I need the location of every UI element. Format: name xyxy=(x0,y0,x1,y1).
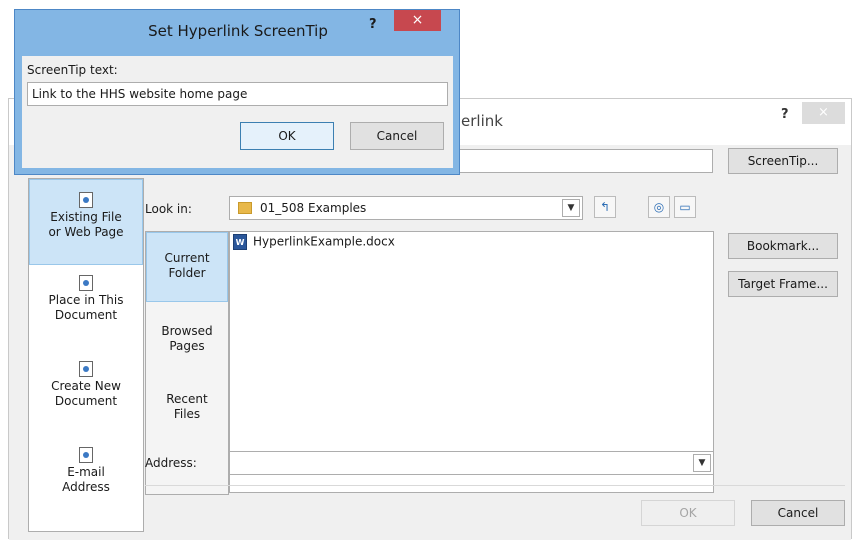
screentip-button[interactable]: ScreenTip... xyxy=(728,148,838,174)
ok-button[interactable]: OK xyxy=(240,122,334,150)
cancel-button[interactable]: Cancel xyxy=(350,122,444,150)
link-to-create-line1: Create New xyxy=(51,379,121,393)
link-to-existing-file[interactable]: Existing File or Web Page xyxy=(29,179,143,265)
bookmark-button-label: Bookmark... xyxy=(746,239,820,253)
insert-hyperlink-body: ScreenTip... Existing File or Web Page P… xyxy=(9,145,851,540)
link-to-existing-file-line1: Existing File xyxy=(50,210,122,224)
ok-button[interactable]: OK xyxy=(641,500,735,526)
chevron-down-icon[interactable]: ▼ xyxy=(693,454,711,472)
browse-web-icon[interactable]: ◎ xyxy=(648,196,670,218)
target-frame-button[interactable]: Target Frame... xyxy=(728,271,838,297)
email-icon xyxy=(79,447,93,463)
address-label: Address: xyxy=(145,456,197,470)
insert-hyperlink-title: erlink xyxy=(461,112,503,130)
link-to-place-in-document[interactable]: Place in This Document xyxy=(29,275,143,355)
browse-file-icon[interactable]: ▭ xyxy=(674,196,696,218)
address-input[interactable]: ▼ xyxy=(229,451,714,475)
tab-recent-files-line2: Files xyxy=(173,407,201,421)
link-to-email-line1: E-mail xyxy=(67,465,105,479)
link-to-create-new-document[interactable]: Create New Document xyxy=(29,361,143,441)
bookmark-button[interactable]: Bookmark... xyxy=(728,233,838,259)
cancel-button-label: Cancel xyxy=(777,506,819,520)
folder-icon xyxy=(238,202,252,214)
look-in-dropdown[interactable]: 01_508 Examples ▼ xyxy=(229,196,583,220)
file-name: HyperlinkExample.docx xyxy=(253,234,395,249)
close-button[interactable]: × xyxy=(802,102,845,124)
link-to-place-line1: Place in This xyxy=(48,293,124,307)
list-item[interactable]: W HyperlinkExample.docx xyxy=(233,234,395,250)
link-to-create-line2: Document xyxy=(54,394,118,408)
word-document-icon: W xyxy=(233,234,247,250)
tab-current-folder[interactable]: Current Folder xyxy=(146,232,228,302)
look-in-value: 01_508 Examples xyxy=(260,201,367,215)
ok-button-label: OK xyxy=(278,129,296,143)
link-to-email-line2: Address xyxy=(62,480,110,494)
target-frame-button-label: Target Frame... xyxy=(738,277,828,291)
up-folder-icon[interactable]: ↰ xyxy=(594,196,616,218)
tab-recent-files-line1: Recent xyxy=(166,392,208,406)
look-in-label: Look in: xyxy=(145,202,192,216)
screentip-dialog-body: ScreenTip text: OK Cancel xyxy=(22,56,453,168)
link-to-existing-file-line2: or Web Page xyxy=(48,225,124,239)
tab-browsed-pages-line2: Pages xyxy=(169,339,205,353)
existing-file-icon xyxy=(79,192,93,208)
divider xyxy=(145,485,845,486)
new-document-icon xyxy=(79,361,93,377)
link-to-panel: Existing File or Web Page Place in This … xyxy=(28,178,144,532)
tab-current-folder-line1: Current xyxy=(164,251,210,265)
cancel-button[interactable]: Cancel xyxy=(751,500,845,526)
tab-browsed-pages-line1: Browsed xyxy=(161,324,213,338)
help-icon[interactable]: ? xyxy=(781,107,789,122)
link-to-place-line2: Document xyxy=(54,308,118,322)
link-to-email-address[interactable]: E-mail Address xyxy=(29,447,143,527)
screentip-text-label: ScreenTip text: xyxy=(27,63,118,77)
help-icon[interactable]: ? xyxy=(369,17,377,32)
chevron-down-icon[interactable]: ▼ xyxy=(562,199,580,217)
ok-button-label: OK xyxy=(679,506,697,520)
close-button[interactable]: × xyxy=(394,10,441,31)
cancel-button-label: Cancel xyxy=(376,129,418,143)
tab-current-folder-line2: Folder xyxy=(168,266,206,280)
tab-recent-files[interactable]: Recent Files xyxy=(146,386,228,446)
screentip-dialog: Set Hyperlink ScreenTip ? × ScreenTip te… xyxy=(14,9,460,175)
place-in-document-icon xyxy=(79,275,93,291)
screentip-text-input[interactable] xyxy=(27,82,448,106)
tab-browsed-pages[interactable]: Browsed Pages xyxy=(146,318,228,378)
screentip-button-label: ScreenTip... xyxy=(747,154,819,168)
